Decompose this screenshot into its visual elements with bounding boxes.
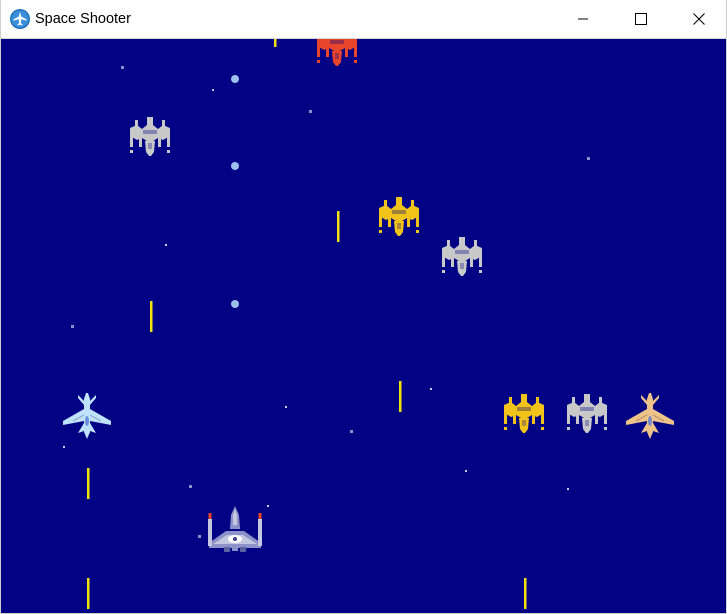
title-bar[interactable]: Space Shooter: [1, 0, 726, 39]
minimize-button[interactable]: [554, 0, 612, 38]
enemy-drone-silver: [567, 394, 607, 433]
maximize-icon: [635, 13, 647, 25]
enemy-drone-gold: [379, 197, 419, 236]
enemy-jet-light-blue: [62, 392, 112, 440]
maximize-button[interactable]: [612, 0, 670, 38]
enemy-drone-silver: [442, 237, 482, 276]
bullet: [524, 578, 527, 609]
bullet: [337, 211, 340, 242]
airplane-app-icon: [10, 9, 30, 29]
close-button[interactable]: [670, 0, 726, 38]
enemy-drone-silver: [130, 117, 170, 156]
app-window: Space Shooter: [0, 0, 727, 614]
enemy-drone-red: [317, 39, 357, 66]
bullet: [150, 301, 153, 332]
game-scene: [62, 39, 675, 609]
enemy-drone-gold: [504, 394, 544, 433]
player-ship[interactable]: [208, 506, 262, 552]
bullet: [399, 381, 402, 412]
close-icon: [693, 13, 705, 25]
enemy-jet-tan: [625, 392, 675, 440]
game-canvas[interactable]: [1, 39, 726, 613]
window-title: Space Shooter: [35, 11, 131, 27]
minimize-icon: [578, 18, 588, 20]
bullet: [87, 578, 90, 609]
bullet: [87, 468, 90, 499]
bullet: [274, 39, 277, 47]
